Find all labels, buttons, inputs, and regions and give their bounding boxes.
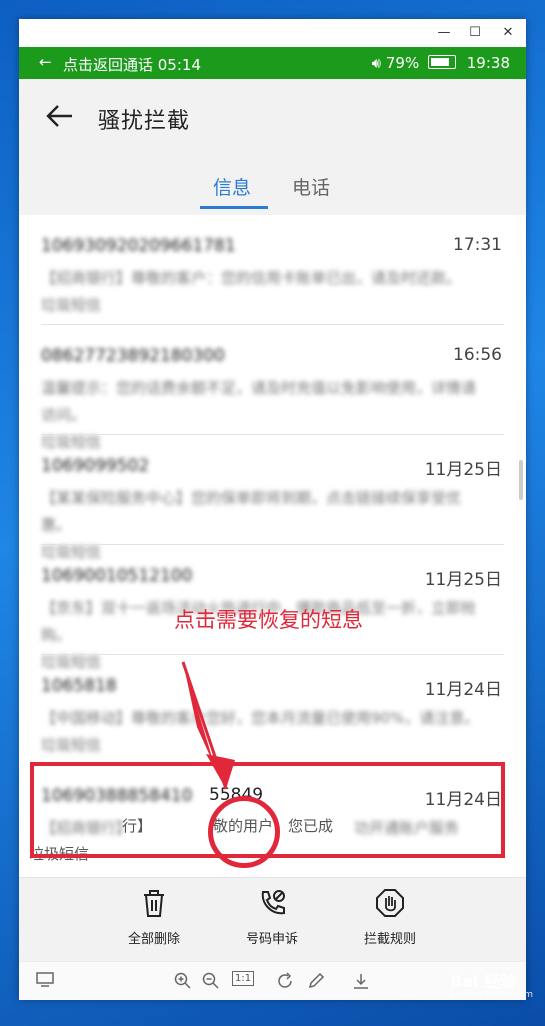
annotation-label: 点击需要恢复的短息 [174,608,363,632]
trash-icon [144,890,164,917]
message-item[interactable]: 1065818 11月24日 【中国移动】尊敬的客户您好，您本月流量已使用90%… [19,655,526,765]
back-icon[interactable] [45,101,75,131]
message-item[interactable]: 1069099502 11月25日 【某某保险服务中心】您的保单即将到期，点击链… [19,435,526,561]
message-item[interactable]: 10690010512100 11月25日 【京东】双十一返场活动火热进行中，爆… [19,545,526,671]
message-date: 16:56 [453,345,502,365]
zoom-out-icon[interactable] [202,972,220,990]
delete-all-button[interactable]: 全部删除 [99,888,209,947]
message-preview: 【招商银行】尊敬的客户：您的信用卡账单已出，请及时还款。 垃圾短信 [41,269,462,314]
message-sender: 08627723892180300 [41,346,225,366]
message-date: 11月25日 [424,570,502,590]
return-call-text: 点击返回通话 05:14 [63,56,201,74]
phone-appeal-icon [261,890,285,915]
app-window: — ☐ ✕ ← 点击返回通话 05:14 🔊︎ 79% 19:38 骚扰拦截 信… [19,19,526,1000]
annotation-circle [208,796,280,868]
zoom-in-icon[interactable] [174,972,192,990]
tab-calls[interactable]: 电话 [292,173,330,200]
message-date: 17:31 [453,235,502,255]
bottom-toolbar: 全部删除 号码申诉 拦截规则 [19,877,526,962]
message-sender: 1065818 [41,676,117,696]
page-title: 骚扰拦截 [98,109,191,134]
rotate-icon[interactable] [277,972,295,990]
message-item[interactable]: 106930920209661781 17:31 【招商银行】尊敬的客户：您的信… [19,215,526,325]
delete-all-label: 全部删除 [127,932,180,947]
battery-icon [427,55,456,69]
message-sender: 10690010512100 [41,566,193,586]
status-indicators: 🔊︎ 79% 19:38 [372,54,510,72]
message-date: 11月24日 [424,680,502,700]
clock-time: 19:38 [466,54,510,72]
return-to-call-bar[interactable]: ← 点击返回通话 05:14 🔊︎ 79% 19:38 [19,47,526,79]
block-rules-label: 拦截规则 [363,932,416,947]
minimize-icon[interactable]: — [434,23,454,43]
message-date: 11月25日 [424,460,502,480]
watermark-url: jingyan.baidu.com [449,990,533,1000]
message-sender: 1069099502 [41,456,150,476]
back-arrow-icon: ← [39,53,52,71]
message-sender: 106930920209661781 [41,236,236,256]
watermark: Bai 经验 jingyan.baidu.com [450,968,533,1000]
app-header: 骚扰拦截 信息 电话 [19,79,526,233]
number-appeal-button[interactable]: 号码申诉 [217,888,327,947]
number-appeal-label: 号码申诉 [245,932,298,947]
scrollbar[interactable] [519,460,523,500]
maximize-icon[interactable]: ☐ [465,23,485,43]
monitor-icon[interactable] [36,972,54,988]
close-icon[interactable]: ✕ [498,23,518,43]
speaker-icon: 🔊︎ [371,54,382,72]
message-preview: 【中国移动】尊敬的客户您好，您本月流量已使用90%，请注意。 垃圾短信 [41,709,480,754]
block-rules-button[interactable]: 拦截规则 [335,888,445,947]
block-hand-icon [376,889,404,917]
window-titlebar: — ☐ ✕ [19,19,526,47]
watermark-brand: Bai 经验 [449,972,516,991]
tab-messages[interactable]: 信息 [213,173,251,200]
battery-percent: 79% [385,54,420,72]
actual-size-button[interactable]: 1:1 [232,971,255,986]
download-icon[interactable] [352,972,370,990]
message-item[interactable]: 08627723892180300 16:56 温馨提示：您的话费余额不足，请及… [19,325,526,451]
edit-pen-icon[interactable] [307,972,325,990]
active-tab-indicator [200,206,268,209]
